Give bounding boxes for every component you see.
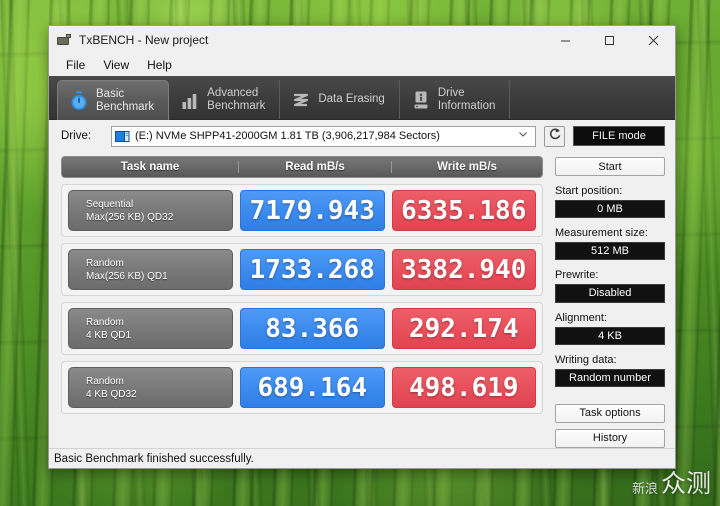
tab-label: Basic Benchmark [96, 87, 155, 113]
read-value: 7179.943 [240, 190, 385, 231]
table-row: Random 4 KB QD1 83.366 292.174 [61, 302, 543, 355]
header-task-name: Task name [120, 161, 180, 173]
maximize-button[interactable] [587, 26, 631, 54]
txbench-window: TxBENCH - New project File View Help Bas… [48, 25, 676, 469]
tab-data-erasing[interactable]: Data Erasing [280, 80, 400, 119]
read-value: 1733.268 [240, 249, 385, 290]
read-value: 689.164 [240, 367, 385, 408]
shred-icon [291, 89, 311, 111]
read-value: 83.366 [240, 308, 385, 349]
writing-data-value[interactable]: Random number [555, 368, 665, 387]
header-read-speed: Read mB/s [238, 161, 391, 173]
history-button[interactable]: History [555, 428, 665, 448]
chevron-down-icon[interactable] [517, 127, 531, 145]
tab-drive-information[interactable]: Drive Information [400, 80, 511, 119]
write-value: 6335.186 [391, 190, 536, 231]
task-cell: Sequential Max(256 KB) QD32 [68, 190, 233, 231]
refresh-button[interactable] [544, 125, 565, 147]
task-line-1: Random [86, 257, 124, 269]
drive-label: Drive: [61, 130, 92, 142]
task-line-1: Sequential [86, 198, 134, 210]
status-message: Basic Benchmark finished successfully. [54, 452, 254, 465]
tab-strip: Basic Benchmark Advanced Benchmark Data … [49, 76, 675, 120]
task-line-2: 4 KB QD1 [86, 329, 132, 341]
title-bar: TxBENCH - New project [49, 26, 675, 54]
alignment-value[interactable]: 4 KB [555, 326, 665, 345]
drive-selector-row: Drive: (E:) NVMe SHPP41-2000GM 1.81 TB (… [49, 120, 675, 152]
task-options-button[interactable]: Task options [555, 403, 665, 423]
task-line-1: Random [86, 375, 124, 387]
task-line-2: Max(256 KB) QD32 [86, 211, 174, 223]
write-value: 292.174 [391, 308, 536, 349]
tab-label: Drive Information [437, 86, 496, 112]
task-cell: Random 4 KB QD1 [68, 308, 233, 349]
task-line-2: Max(256 KB) QD1 [86, 270, 168, 282]
window-title: TxBENCH - New project [79, 33, 209, 47]
prewrite-label: Prewrite: [555, 269, 599, 282]
table-row: Sequential Max(256 KB) QD32 7179.943 633… [61, 184, 543, 237]
table-row: Random Max(256 KB) QD1 1733.268 3382.940 [61, 243, 543, 296]
settings-sidebar: Start Start position: 0 MB Measurement s… [555, 156, 665, 448]
drive-value: (E:) NVMe SHPP41-2000GM 1.81 TB (3,906,2… [135, 130, 440, 142]
minimize-button[interactable] [543, 26, 587, 54]
write-value: 3382.940 [391, 249, 536, 290]
menu-item-file[interactable]: File [57, 56, 94, 74]
tab-label: Advanced Benchmark [207, 86, 266, 112]
minimize-icon [560, 40, 570, 41]
status-bar: Basic Benchmark finished successfully. [49, 448, 675, 468]
stopwatch-icon [69, 90, 89, 112]
close-button[interactable] [631, 26, 675, 54]
alignment-label: Alignment: [555, 311, 607, 324]
menu-item-view[interactable]: View [94, 56, 138, 74]
start-position-value[interactable]: 0 MB [555, 200, 665, 219]
tab-advanced-benchmark[interactable]: Advanced Benchmark [169, 80, 281, 119]
refresh-icon [548, 127, 562, 146]
task-line-1: Random [86, 316, 124, 328]
hard-drive-icon [115, 130, 130, 143]
tab-basic-benchmark[interactable]: Basic Benchmark [57, 80, 170, 120]
results-panel: Task name Read mB/s Write mB/s Sequentia… [61, 156, 543, 448]
start-position-label: Start position: [555, 185, 623, 198]
app-icon [56, 32, 72, 48]
header-write-speed: Write mB/s [391, 161, 542, 173]
start-button[interactable]: Start [555, 157, 665, 177]
writing-data-label: Writing data: [555, 353, 617, 366]
drive-select[interactable]: (E:) NVMe SHPP41-2000GM 1.81 TB (3,906,2… [111, 125, 536, 147]
drive-info-icon [411, 89, 431, 111]
prewrite-value[interactable]: Disabled [555, 284, 665, 303]
measurement-size-label: Measurement size: [555, 227, 648, 240]
table-row: Random 4 KB QD32 689.164 498.619 [61, 361, 543, 414]
content-area: Task name Read mB/s Write mB/s Sequentia… [49, 152, 675, 448]
measurement-size-value[interactable]: 512 MB [555, 242, 665, 261]
task-cell: Random 4 KB QD32 [68, 367, 233, 408]
task-line-2: 4 KB QD32 [86, 388, 137, 400]
file-mode-button[interactable]: FILE mode [573, 126, 665, 146]
tab-label: Data Erasing [318, 93, 385, 105]
write-value: 498.619 [391, 367, 536, 408]
menu-item-help[interactable]: Help [138, 56, 181, 74]
close-icon [648, 35, 658, 45]
bar-chart-icon [180, 89, 200, 111]
menu-bar: File View Help [49, 54, 675, 76]
task-cell: Random Max(256 KB) QD1 [68, 249, 233, 290]
results-table-header: Task name Read mB/s Write mB/s [61, 156, 543, 178]
maximize-icon [604, 35, 614, 45]
